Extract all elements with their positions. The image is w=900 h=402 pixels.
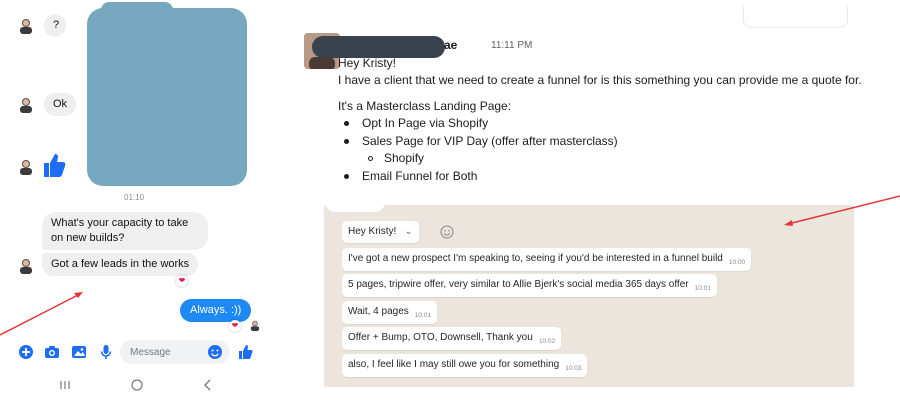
bullet-dot — [344, 121, 349, 126]
recent-apps-icon[interactable] — [58, 378, 72, 392]
seen-avatar — [250, 320, 260, 331]
like-icon[interactable] — [238, 344, 254, 360]
thumbs-up-icon — [42, 152, 66, 183]
contact-avatar — [19, 97, 33, 113]
message-line: It's a Masterclass Landing Page: — [338, 99, 512, 113]
bullet-item: Email Funnel for Both — [362, 169, 478, 183]
heart-reaction-icon: ❤ — [229, 320, 241, 332]
outgoing-message-bubble: Always. :)) — [180, 299, 252, 322]
sender-name[interactable]: ae — [444, 38, 457, 52]
chat-message-time: 10:03 — [565, 365, 582, 372]
bullet-item: Sales Page for VIP Day (offer after mast… — [362, 134, 618, 148]
chat-message-time: 10:02 — [538, 338, 556, 345]
message-bubble: What's your capacity to take on new buil… — [42, 212, 208, 250]
contact-avatar — [19, 18, 33, 34]
chat-message-time: 10:01 — [694, 285, 711, 292]
chat-message-text: also, I feel like I may still owe you fo… — [348, 359, 560, 370]
chat-message-text: I've got a new prospect I'm speaking to,… — [348, 253, 723, 264]
chat-message-text: Hey Kristy! — [348, 226, 397, 237]
bullet-dot — [344, 174, 349, 179]
camera-icon[interactable] — [44, 344, 60, 360]
chevron-down-icon[interactable]: ⌄ — [404, 225, 412, 239]
sub-bullet-dot — [368, 156, 373, 161]
chat-message-bubble: Wait, 4 pages 10:01 — [342, 301, 438, 324]
message-line: Hey Kristy! — [338, 56, 397, 70]
chat-message-bubble: Offer + Bump, OTO, Downsell, Thank you 10… — [342, 327, 562, 350]
message-bubble: Ok — [44, 93, 77, 116]
chat-message-text: Offer + Bump, OTO, Downsell, Thank you — [348, 332, 533, 343]
chat-message-bubble: 5 pages, tripwire offer, very similar to… — [342, 274, 717, 297]
android-nav-bar — [0, 374, 268, 396]
message-timestamp: 01:10 — [124, 193, 145, 202]
heart-reaction-icon: ❤ — [176, 275, 188, 287]
message-composer — [0, 338, 268, 366]
message-actions-tab — [743, 6, 848, 28]
slack-message-panel: ae 11:11 PM Hey Kristy! I have a client … — [298, 0, 900, 200]
bullet-dot — [344, 139, 349, 144]
panel-notch — [325, 200, 385, 212]
back-icon[interactable] — [201, 378, 215, 392]
emoji-icon[interactable] — [207, 344, 223, 360]
emoji-reaction-icon[interactable] — [440, 225, 454, 239]
chat-message-time: 10:01 — [414, 312, 432, 319]
messenger-panel: ? Ok 01:10 What's your capacity to take … — [0, 0, 268, 402]
contact-avatar — [19, 258, 33, 274]
redacted-image — [87, 2, 247, 186]
plus-icon[interactable] — [18, 344, 34, 360]
chat-message-time: 10:00 — [728, 259, 746, 266]
message-time[interactable]: 11:11 PM — [491, 40, 532, 51]
microphone-icon[interactable] — [98, 344, 114, 360]
chat-message-text: 5 pages, tripwire offer, very similar to… — [348, 279, 689, 290]
sub-bullet-item: Shopify — [384, 151, 425, 165]
message-bubble: Got a few leads in the works — [42, 253, 199, 276]
chat-message-bubble: Hey Kristy! ⌄ — [342, 221, 419, 243]
message-bubble: ? — [44, 14, 66, 37]
bullet-item: Opt In Page via Shopify — [362, 116, 489, 130]
home-icon[interactable] — [130, 378, 144, 392]
contact-avatar — [19, 159, 33, 175]
message-line: I have a client that we need to create a… — [338, 73, 862, 87]
chat-message-bubble: I've got a new prospect I'm speaking to,… — [342, 248, 752, 271]
image-icon[interactable] — [71, 344, 87, 360]
chat-message-bubble: also, I feel like I may still owe you fo… — [342, 354, 588, 377]
chat-message-text: Wait, 4 pages — [348, 306, 409, 317]
